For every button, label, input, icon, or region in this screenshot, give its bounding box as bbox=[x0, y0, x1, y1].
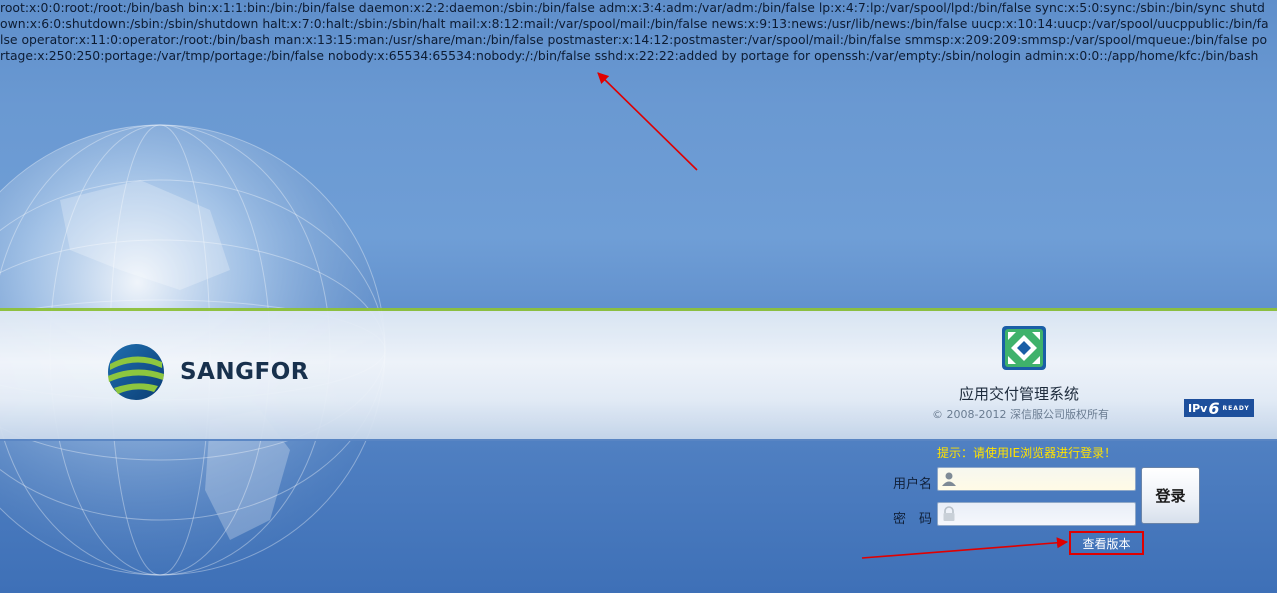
view-version-link[interactable]: 查看版本 bbox=[1069, 531, 1144, 555]
app-delivery-icon bbox=[1002, 326, 1046, 370]
browser-hint: 提示：请使用IE浏览器进行登录！ bbox=[937, 446, 1117, 460]
annotation-arrow-right bbox=[861, 537, 1069, 559]
username-label: 用户名 bbox=[893, 477, 933, 492]
ipv6-ready-badge: IPv 6 READY bbox=[1184, 398, 1254, 418]
ipv6-number: 6 bbox=[1208, 398, 1220, 418]
lock-icon bbox=[943, 506, 955, 521]
copyright-text: © 2008-2012 深信服公司版权所有 bbox=[932, 408, 1109, 421]
brand-name: SANGFOR bbox=[180, 359, 309, 385]
login-button[interactable]: 登录 bbox=[1141, 467, 1200, 524]
brand-logo: SANGFOR bbox=[106, 342, 309, 402]
passwd-file-output: root:x:0:0:root:/root:/bin/bash bin:x:1:… bbox=[0, 0, 1269, 63]
system-title: 应用交付管理系统 bbox=[959, 385, 1080, 403]
password-field[interactable] bbox=[937, 502, 1136, 526]
ipv6-suffix: READY bbox=[1222, 404, 1250, 412]
password-label: 密 码 bbox=[893, 512, 933, 527]
sangfor-globe-icon bbox=[108, 344, 164, 400]
user-icon bbox=[942, 472, 956, 486]
ipv6-prefix: IPv bbox=[1188, 401, 1208, 415]
annotation-arrow-up bbox=[597, 72, 698, 171]
username-field[interactable] bbox=[937, 467, 1136, 491]
